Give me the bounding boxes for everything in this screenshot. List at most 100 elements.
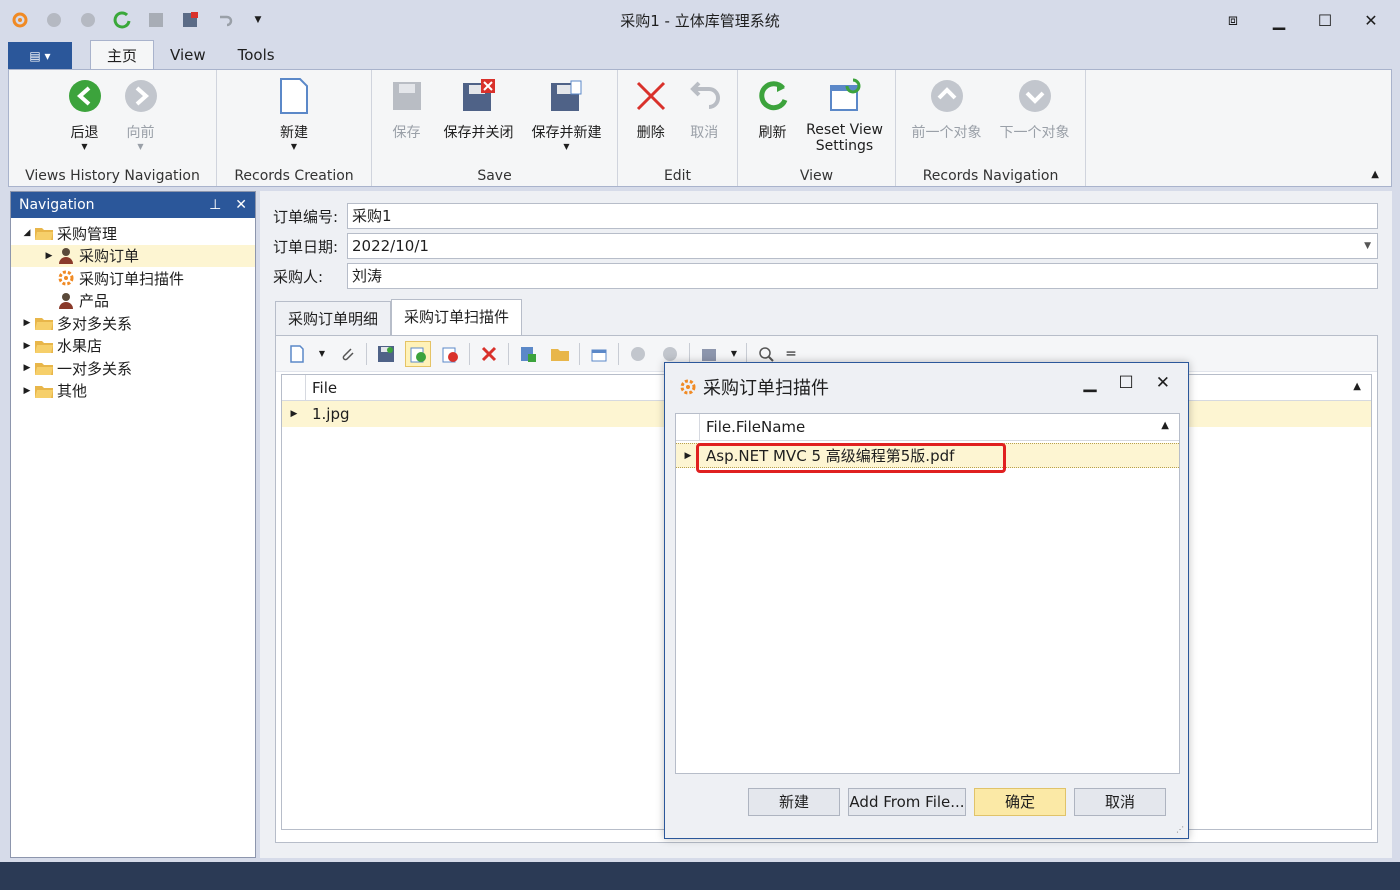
forward-arrow-icon (121, 76, 161, 116)
tab-order-scans[interactable]: 采购订单扫描件 (391, 299, 523, 335)
new-dropdown-icon[interactable]: ▼ (316, 341, 328, 367)
order-date-row: 订单日期: 2022/10/1 ▼ (273, 233, 1378, 259)
tree-item-one-to-many[interactable]: ▶ 一对多关系 (11, 357, 255, 380)
folder-icon (33, 382, 55, 400)
toolbar-separator (469, 342, 470, 365)
ok-button[interactable]: 确定 (974, 787, 1066, 816)
up-arrow-icon (927, 76, 967, 116)
close-panel-icon[interactable]: ✕ (235, 197, 247, 213)
minimize-button[interactable]: ▁ (1260, 6, 1298, 34)
group-views-history: 后退 ▼ 向前 ▼ Views History Navigation (9, 70, 217, 186)
tab-order-details[interactable]: 采购订单明细 (275, 301, 392, 335)
collapsed-arrow-icon[interactable]: ▶ (21, 363, 33, 373)
order-no-label: 订单编号: (273, 207, 339, 226)
down-arrow-icon (1015, 76, 1055, 116)
grid-header: File.FileName (676, 414, 1179, 441)
chevron-down-icon[interactable]: ▼ (1364, 234, 1371, 258)
delete-icon[interactable] (476, 341, 502, 367)
pin-icon[interactable]: ⊥ (209, 197, 221, 213)
buyer-row: 采购人: 刘涛 (273, 263, 1378, 289)
unlink-icon[interactable] (437, 341, 463, 367)
sort-ascending-icon[interactable]: ▲ (1161, 420, 1169, 431)
dialog-header: 采购订单扫描件 ▁ ☐ ✕ (665, 363, 1188, 411)
cancel-button[interactable]: 取消 (1074, 787, 1166, 816)
user-icon (55, 247, 77, 265)
tree-item-purchase-order[interactable]: ▶ 采购订单 (11, 244, 255, 267)
collapsed-arrow-icon[interactable]: ▶ (43, 251, 55, 261)
attach-icon[interactable] (334, 341, 360, 367)
tree-item-product[interactable]: 产品 (11, 290, 255, 313)
add-from-file-button[interactable]: Add From File... (848, 787, 966, 816)
collapsed-arrow-icon[interactable]: ▶ (21, 386, 33, 396)
row-indicator-header (676, 414, 700, 440)
collapsed-arrow-icon[interactable]: ▶ (21, 318, 33, 328)
reset-view-icon (825, 76, 865, 116)
group-title: View (799, 168, 834, 184)
gear-icon (55, 269, 77, 287)
tab-view[interactable]: View (154, 40, 222, 70)
tab-home[interactable]: 主页 (90, 40, 155, 70)
save-close-icon (459, 76, 499, 116)
save-new-dropdown-icon[interactable]: ▼ (563, 142, 569, 152)
ribbon: 后退 ▼ 向前 ▼ Views History Navigation 新建 ▼ … (8, 69, 1392, 187)
ribbon-display-icon[interactable]: ⧈ (1214, 6, 1252, 34)
dialog-maximize-button[interactable]: ☐ (1119, 373, 1134, 393)
order-no-field[interactable]: 采购1 (347, 203, 1378, 229)
save-disk-icon (387, 76, 427, 116)
resize-grip-icon[interactable]: ⋰ (1176, 825, 1184, 834)
close-button[interactable]: ✕ (1352, 6, 1390, 34)
forward-dropdown-icon[interactable]: ▼ (137, 142, 143, 152)
window-controls: ⧈ ▁ ☐ ✕ (1214, 6, 1390, 34)
new-button[interactable]: 新建 (748, 787, 840, 816)
scan-dialog: 采购订单扫描件 ▁ ☐ ✕ File.FileName ▲ ▶ Asp.NET … (664, 362, 1189, 839)
open-folder-icon[interactable] (547, 341, 573, 367)
undo-icon (684, 76, 724, 116)
toolbar-separator (579, 342, 580, 365)
tab-tools[interactable]: Tools (222, 40, 291, 70)
row-indicator-icon: ▶ (290, 409, 298, 419)
dialog-buttons: 新建 Add From File... 确定 取消 (675, 774, 1180, 829)
save-new-icon (547, 76, 587, 116)
dialog-minimize-button[interactable]: ▁ (1083, 373, 1096, 393)
new-dropdown-icon[interactable]: ▼ (291, 142, 297, 152)
save-icon[interactable] (373, 341, 399, 367)
back-dropdown-icon[interactable]: ▼ (81, 142, 87, 152)
tree-item-fruit-shop[interactable]: ▶ 水果店 (11, 335, 255, 358)
link-icon[interactable] (405, 340, 431, 367)
order-date-field[interactable]: 2022/10/1 ▼ (347, 233, 1378, 259)
group-title: Records Navigation (922, 168, 1059, 184)
back-arrow-icon (65, 76, 105, 116)
dialog-window-controls: ▁ ☐ ✕ (1083, 373, 1170, 393)
tree-item-purchase-scan[interactable]: 采购订单扫描件 (11, 267, 255, 290)
maximize-button[interactable]: ☐ (1306, 6, 1344, 34)
tree-item-procurement[interactable]: ◢ 采购管理 (11, 222, 255, 245)
tree-item-other[interactable]: ▶ 其他 (11, 380, 255, 403)
group-records-creation: 新建 ▼ Records Creation (217, 70, 372, 186)
collapse-ribbon-icon[interactable]: ▲ (1371, 169, 1379, 180)
collapsed-arrow-icon[interactable]: ▶ (21, 341, 33, 351)
app-menu-button[interactable]: ▤ ▾ (8, 42, 72, 70)
row-indicator-header (282, 375, 306, 400)
export-icon[interactable] (515, 341, 541, 367)
window-title: 采购1 - 立体库管理系统 (620, 12, 780, 30)
dialog-file-grid: File.FileName ▲ ▶ Asp.NET MVC 5 高级编程第5版.… (675, 413, 1180, 774)
group-save: 保存 保存并关闭 保存并新建 ▼ Save (372, 70, 618, 186)
tree-item-many-to-many[interactable]: ▶ 多对多关系 (11, 312, 255, 335)
user-icon (55, 292, 77, 310)
expanded-arrow-icon[interactable]: ◢ (21, 228, 33, 238)
sort-ascending-icon[interactable]: ▲ (1353, 381, 1361, 392)
column-header-filename[interactable]: File.FileName (700, 418, 1179, 436)
folder-icon (33, 314, 55, 332)
new-icon[interactable] (284, 341, 310, 367)
buyer-field[interactable]: 刘涛 (347, 263, 1378, 289)
navigation-tree: ◢ 采购管理 ▶ 采购订单 采购订单扫描件 产品 ▶ 多对多关系 ▶ 水果店 ▶… (11, 218, 255, 402)
prev-record-icon[interactable] (625, 341, 651, 367)
folder-icon (33, 337, 55, 355)
show-window-icon[interactable] (586, 341, 612, 367)
order-no-row: 订单编号: 采购1 (273, 203, 1378, 229)
navigation-title: Navigation (19, 197, 95, 213)
title-bar: ▼ 采购1 - 立体库管理系统 ⧈ ▁ ☐ ✕ (0, 0, 1400, 40)
group-records-navigation: 前一个对象 下一个对象 Records Navigation (896, 70, 1086, 186)
file-cell[interactable]: 1.jpg (306, 405, 350, 423)
dialog-close-button[interactable]: ✕ (1156, 373, 1170, 393)
